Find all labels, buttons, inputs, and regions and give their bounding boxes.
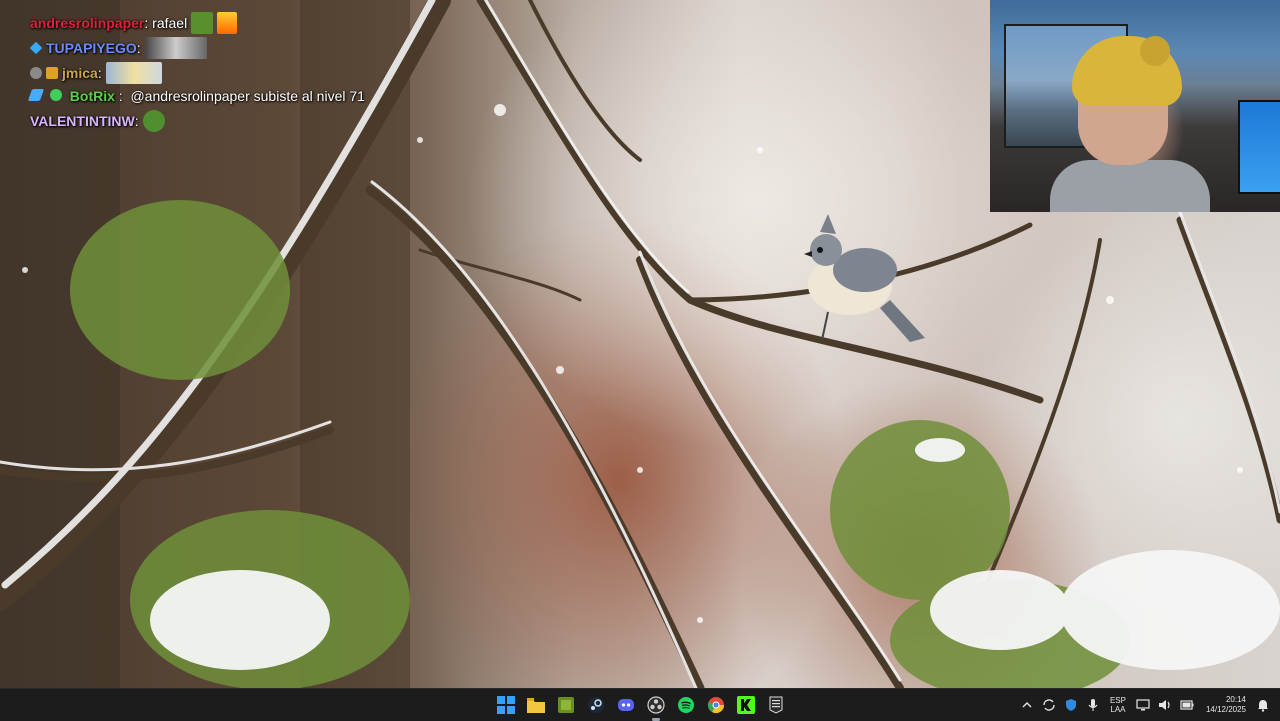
windows-taskbar: ESP LAA 20:14 14/12/2025 (0, 688, 1280, 721)
system-clock[interactable]: 20:14 14/12/2025 (1206, 695, 1246, 715)
spotify-icon[interactable] (675, 694, 697, 716)
chat-message: BotRix : @andresrolinpaper subiste al ni… (27, 85, 370, 108)
system-tray: ESP LAA 20:14 14/12/2025 (1016, 689, 1280, 721)
chat-message: VALENTINTINW : (30, 108, 370, 133)
webcam-overlay (990, 0, 1280, 212)
microphone-icon[interactable] (1084, 696, 1102, 714)
file-explorer-icon[interactable] (525, 694, 547, 716)
chat-username: andresrolinpaper (30, 14, 145, 31)
network-icon[interactable] (1134, 696, 1152, 714)
fire-emote-icon (217, 11, 238, 34)
keyboard-layout-code: LAA (1110, 705, 1126, 714)
kick-icon[interactable] (735, 694, 757, 716)
keyboard-language-indicator[interactable]: ESP LAA (1110, 696, 1126, 714)
moderator-badge-icon (30, 66, 42, 79)
windows-start-icon[interactable] (495, 694, 517, 716)
stream-chat-overlay: andresrolinpaper : rafael TUPAPIYEGO : j… (27, 10, 370, 133)
chat-username: BotRix (69, 88, 115, 104)
image-emote-icon (144, 36, 207, 59)
chat-username: jmica (62, 64, 98, 81)
steam-icon[interactable] (585, 694, 607, 716)
chat-message-text: rafael (152, 14, 188, 31)
sword-badge-icon (27, 89, 45, 101)
bird-figure (804, 214, 925, 342)
language-code: ESP (1109, 696, 1126, 705)
chat-message-text: @andresrolinpaper subiste al nivel 71 (130, 88, 365, 104)
chat-username: TUPAPIYEGO (46, 39, 137, 56)
chrome-icon[interactable] (705, 694, 727, 716)
clock-date: 14/12/2025 (1205, 705, 1246, 714)
epic-games-icon[interactable] (765, 694, 787, 716)
chevron-up-icon[interactable] (1018, 696, 1036, 714)
discord-icon[interactable] (615, 694, 637, 716)
security-shield-icon[interactable] (1062, 696, 1080, 714)
clock-time: 20:14 (1225, 695, 1246, 704)
diamond-badge-icon (29, 41, 43, 54)
battery-icon[interactable] (1178, 696, 1196, 714)
subscriber-badge-icon (46, 66, 58, 79)
pepe-emote-icon (142, 109, 165, 132)
chat-message: andresrolinpaper : rafael (30, 10, 370, 35)
volume-icon[interactable] (1156, 696, 1174, 714)
chat-message: jmica : (30, 60, 370, 85)
taskbar-pinned-apps (495, 689, 787, 721)
meme-emote-icon (105, 61, 162, 84)
verified-badge-icon (49, 89, 62, 101)
pepe-soldier-emote-icon (191, 11, 214, 34)
obs-icon[interactable] (645, 694, 667, 721)
webcam-beanie-pompom (1140, 36, 1170, 66)
webcam-background-monitor (1238, 100, 1280, 194)
webcam-person-shirt (1050, 160, 1210, 212)
chat-username: VALENTINTINW (30, 112, 135, 129)
chat-message: TUPAPIYEGO : (29, 35, 370, 60)
sync-icon[interactable] (1040, 696, 1058, 714)
game-app-icon[interactable] (555, 694, 577, 716)
notifications-icon[interactable] (1254, 696, 1272, 714)
